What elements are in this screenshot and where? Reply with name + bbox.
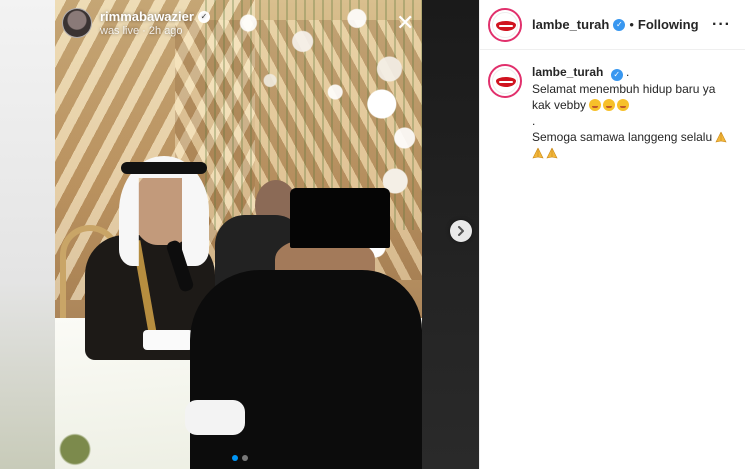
caption-line-3: Semoga samawa langgeng selalu	[532, 129, 731, 145]
caption: lambe_turah ✓ . Selamat menembuh hidup b…	[480, 50, 745, 161]
caption-line-4	[532, 145, 731, 161]
story-overlay-header: rimmabawazier ✓ was live · 2h ago	[62, 8, 210, 38]
post-sidebar: lambe_turah ✓ • Following ··· lambe_tura…	[479, 0, 745, 469]
kiss-face-emoji-icon	[617, 99, 630, 111]
verified-badge-icon: ✓	[613, 18, 626, 31]
caption-avatar[interactable]	[488, 64, 522, 98]
caption-line-1: Selamat menembuh hidup baru ya kak vebby	[532, 81, 731, 113]
officiant-peci-cap	[290, 188, 390, 248]
table-plant	[55, 420, 95, 469]
wedding-ceremony-video[interactable]	[55, 0, 422, 469]
story-username-text[interactable]: rimmabawazier	[100, 9, 194, 24]
chevron-right-icon	[458, 226, 464, 236]
lips-logo-icon	[496, 77, 516, 87]
profile-avatar[interactable]	[488, 7, 522, 42]
more-options-icon[interactable]: ···	[712, 16, 731, 34]
instagram-post: rimmabawazier ✓ was live · 2h ago ✕ lamb…	[0, 0, 745, 469]
story-meta: rimmabawazier ✓ was live · 2h ago	[100, 9, 210, 37]
post-header: lambe_turah ✓ • Following ···	[480, 0, 745, 50]
folded-hands-emoji-icon	[715, 131, 728, 143]
folded-hands-emoji-icon	[546, 147, 558, 159]
folded-hands-emoji-icon	[532, 147, 544, 159]
caption-after-name: .	[626, 65, 630, 79]
kiss-face-emoji-icon	[589, 99, 602, 111]
carousel-dot	[242, 455, 248, 461]
carousel-dot-active	[232, 455, 238, 461]
story-avatar[interactable]	[62, 8, 92, 38]
white-cuff	[143, 330, 193, 350]
caption-line-3-text: Semoga samawa langgeng selalu	[532, 130, 713, 144]
avatar-inner	[492, 68, 518, 94]
following-button[interactable]: Following	[638, 17, 699, 32]
officiant-glove	[185, 400, 245, 435]
blurred-background-left	[0, 0, 55, 469]
verified-badge-icon: ✓	[610, 69, 623, 81]
avatar-inner	[492, 11, 518, 38]
caption-first-line: lambe_turah ✓ .	[532, 64, 731, 81]
story-username[interactable]: rimmabawazier ✓	[100, 9, 210, 24]
post-media[interactable]: rimmabawazier ✓ was live · 2h ago ✕	[0, 0, 479, 469]
caption-username[interactable]: lambe_turah	[532, 65, 603, 79]
verified-badge-icon: ✓	[197, 10, 210, 23]
close-icon[interactable]: ✕	[396, 12, 414, 34]
kiss-face-emoji-icon	[603, 99, 616, 111]
lips-logo-icon	[496, 20, 516, 31]
officiant-back	[190, 270, 422, 469]
caption-line-2: .	[532, 114, 536, 128]
header-separator: •	[629, 17, 634, 32]
story-subtext: was live · 2h ago	[100, 25, 183, 37]
header-username[interactable]: lambe_turah	[532, 17, 609, 32]
carousel-indicator	[232, 455, 248, 461]
next-slide-button[interactable]	[450, 220, 472, 242]
caption-body: lambe_turah ✓ . Selamat menembuh hidup b…	[532, 64, 731, 161]
groom-agal	[121, 162, 207, 174]
